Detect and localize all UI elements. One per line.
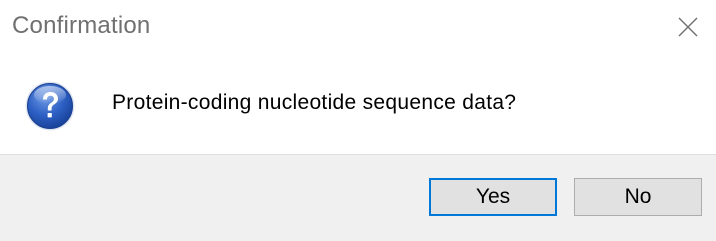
- title-bar: Confirmation: [0, 0, 716, 56]
- dialog-title: Confirmation: [12, 12, 151, 39]
- button-bar: Yes No: [0, 154, 716, 241]
- no-button-label: No: [624, 185, 652, 208]
- yes-button-label: Yes: [475, 185, 511, 208]
- question-icon: [24, 80, 76, 132]
- dialog-content: Protein-coding nucleotide sequence data?: [0, 56, 716, 154]
- close-icon: [678, 17, 698, 37]
- yes-button[interactable]: Yes: [429, 178, 557, 216]
- dialog-message: Protein-coding nucleotide sequence data?: [112, 91, 517, 114]
- confirmation-dialog: Confirmation Protein-coding nucleotide s…: [0, 0, 716, 241]
- no-button[interactable]: No: [574, 178, 702, 216]
- close-button[interactable]: [660, 0, 716, 56]
